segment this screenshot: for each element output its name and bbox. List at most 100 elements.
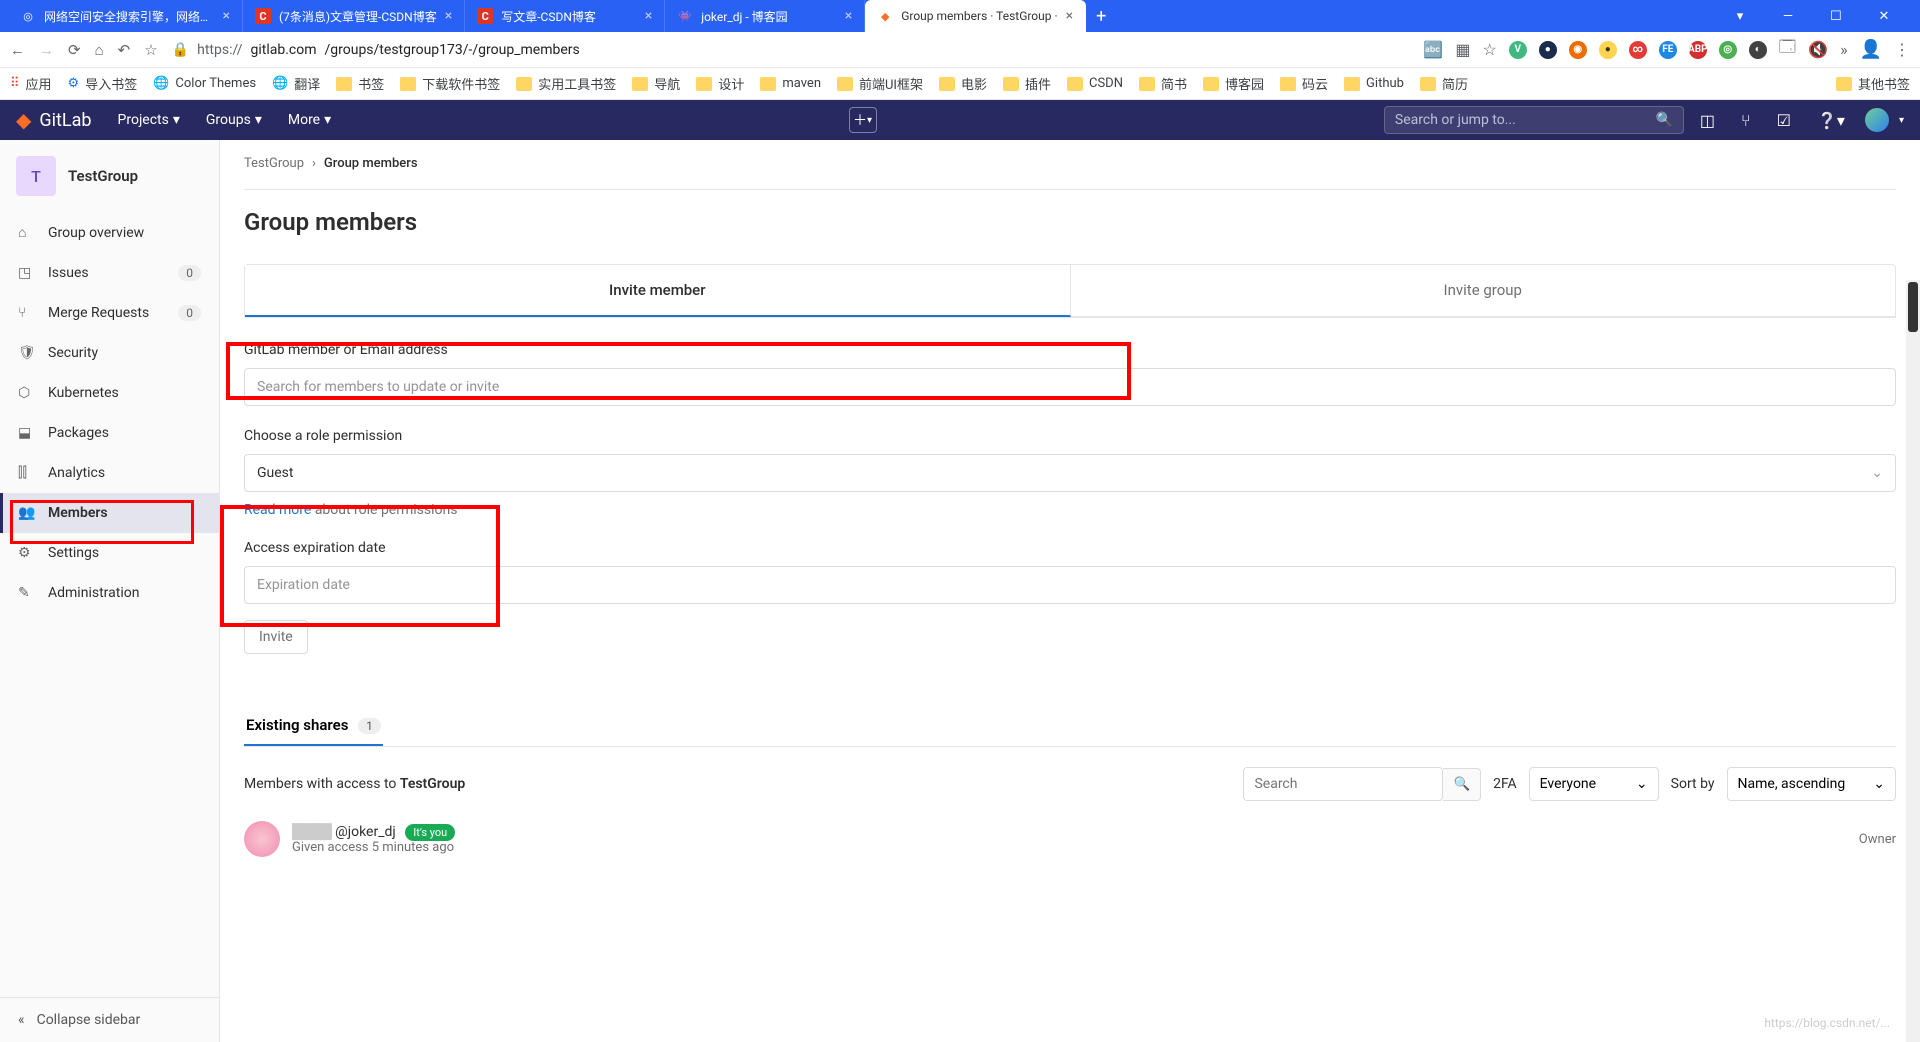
bookmark-folder[interactable]: maven xyxy=(760,76,821,91)
close-icon[interactable]: × xyxy=(645,8,652,24)
close-icon[interactable]: × xyxy=(1066,8,1073,24)
user-avatar[interactable] xyxy=(1865,108,1889,132)
todos-icon[interactable]: ☑ xyxy=(1767,111,1801,130)
collapse-sidebar-button[interactable]: «Collapse sidebar xyxy=(0,997,219,1042)
ext-icon[interactable]: ◎ xyxy=(1719,41,1737,59)
sidebar-item-settings[interactable]: ⚙Settings xyxy=(0,533,219,573)
mute-ext-icon[interactable]: 🔇 xyxy=(1808,40,1828,59)
browser-tab-3[interactable]: 👾 joker_dj - 博客园 × xyxy=(665,0,865,32)
bookmark-folder[interactable]: Github xyxy=(1344,76,1404,91)
vue-ext-icon[interactable]: V xyxy=(1509,41,1527,59)
star-icon[interactable]: ☆ xyxy=(144,41,157,59)
sort-dropdown[interactable]: Name, ascending⌄ xyxy=(1727,767,1896,801)
sidebar-item-packages[interactable]: ⬓Packages xyxy=(0,413,219,453)
sidebar-item-security[interactable]: 🛡Security xyxy=(0,333,219,373)
breadcrumb-parent[interactable]: TestGroup xyxy=(244,156,304,171)
bookmark-folder[interactable]: 设计 xyxy=(696,74,744,93)
expiry-date-input[interactable] xyxy=(244,566,1896,604)
browser-tab-1[interactable]: C (7条消息)文章管理-CSDN博客 × xyxy=(243,0,465,32)
bookmark-folder[interactable]: CSDN xyxy=(1067,76,1123,91)
import-bookmark[interactable]: ⚙导入书签 xyxy=(68,74,138,93)
help-icon[interactable]: ❔▾ xyxy=(1807,111,1855,130)
members-search-input[interactable] xyxy=(1243,767,1443,801)
themes-bookmark[interactable]: 🌐Color Themes xyxy=(153,76,256,91)
browser-tab-0[interactable]: ◎ 网络空间安全搜索引擎，网络空... × xyxy=(8,0,243,32)
forward-icon[interactable]: → xyxy=(39,41,54,59)
sidebar-item-overview[interactable]: ⌂Group overview xyxy=(0,212,219,253)
bookmark-folder[interactable]: 电影 xyxy=(939,74,987,93)
existing-shares-tab[interactable]: Existing shares 1 xyxy=(244,706,383,746)
tab-invite-member[interactable]: Invite member xyxy=(245,265,1071,317)
bookmark-folder[interactable]: 书签 xyxy=(336,74,384,93)
member-handle[interactable]: @joker_dj xyxy=(335,824,396,840)
merge-requests-icon[interactable]: ⑂ xyxy=(1731,111,1761,130)
bookmark-folder[interactable]: 简历 xyxy=(1420,74,1468,93)
nav-projects[interactable]: Projects▾ xyxy=(108,112,190,128)
translate-bookmark[interactable]: 🌐翻译 xyxy=(272,74,320,93)
translate-ext-icon[interactable]: 🔤 xyxy=(1423,40,1443,59)
reload-icon[interactable]: ⟳ xyxy=(68,41,81,59)
bookmark-folder[interactable]: 前端UI框架 xyxy=(837,74,923,93)
close-icon[interactable]: × xyxy=(445,8,452,24)
search-input[interactable] xyxy=(1395,112,1656,128)
browser-tab-2[interactable]: C 写文章-CSDN博客 × xyxy=(465,0,665,32)
close-icon[interactable]: × xyxy=(845,8,852,24)
url-bar[interactable]: 🔒 https://gitlab.com/groups/testgroup173… xyxy=(172,42,1410,58)
panel-ext-icon[interactable]: 🗔 xyxy=(1779,36,1796,63)
bookmark-folder[interactable]: 插件 xyxy=(1003,74,1051,93)
ext-icon[interactable]: FE xyxy=(1659,41,1677,59)
sidebar-item-kubernetes[interactable]: ⬡Kubernetes xyxy=(0,373,219,413)
tab-invite-group[interactable]: Invite group xyxy=(1071,265,1896,317)
close-icon[interactable]: × xyxy=(223,8,230,24)
chevron-ext-icon[interactable]: » xyxy=(1840,40,1848,59)
apps-bookmark[interactable]: ⠿应用 xyxy=(10,74,52,93)
chevron-down-icon[interactable]: ▾ xyxy=(1899,115,1904,126)
sidebar-item-merge-requests[interactable]: ⑂Merge Requests0 xyxy=(0,293,219,333)
gitlab-search[interactable]: 🔍 xyxy=(1384,106,1684,134)
profile-icon[interactable]: 👤 xyxy=(1860,39,1882,60)
role-select[interactable]: Guest ⌄ xyxy=(244,454,1896,492)
new-button[interactable]: ＋ ▾ xyxy=(849,107,877,133)
ext-icon[interactable]: ● xyxy=(1599,41,1617,59)
gitlab-logo[interactable]: ◆ GitLab xyxy=(16,108,92,132)
menu-icon[interactable]: ⋮ xyxy=(1894,40,1910,59)
scrollbar-thumb[interactable] xyxy=(1908,282,1918,332)
bookmark-folder[interactable]: 下载软件书签 xyxy=(400,74,500,93)
bookmark-folder[interactable]: 导航 xyxy=(632,74,680,93)
adblock-ext-icon[interactable]: ABP xyxy=(1689,41,1707,59)
qr-ext-icon[interactable]: ▦ xyxy=(1455,40,1470,59)
bookmark-ext-icon[interactable]: ☆ xyxy=(1482,40,1496,59)
bookmark-folder[interactable]: 简书 xyxy=(1139,74,1187,93)
bookmark-folder[interactable]: 博客园 xyxy=(1203,74,1264,93)
ext-icon[interactable]: ◐ xyxy=(1749,41,1767,59)
home-icon[interactable]: ⌂ xyxy=(95,41,104,59)
close-window-icon[interactable]: ✕ xyxy=(1864,9,1904,24)
invite-button[interactable]: Invite xyxy=(244,620,308,654)
sidebar-item-issues[interactable]: ◳Issues0 xyxy=(0,253,219,293)
member-search-input[interactable] xyxy=(244,368,1896,406)
scrollbar[interactable] xyxy=(1906,280,1920,1042)
undo-nav-icon[interactable]: ↶ xyxy=(118,41,131,59)
back-icon[interactable]: ← xyxy=(10,41,25,59)
bookmark-folder[interactable]: 实用工具书签 xyxy=(516,74,616,93)
sidebar-item-members[interactable]: 👥Members xyxy=(0,493,219,533)
ext-icon[interactable]: ● xyxy=(1539,41,1557,59)
nav-groups[interactable]: Groups▾ xyxy=(196,112,272,128)
ext-icon[interactable]: ∞ xyxy=(1629,41,1647,59)
sidebar-item-administration[interactable]: ✎Administration xyxy=(0,573,219,613)
twofa-dropdown[interactable]: Everyone⌄ xyxy=(1529,767,1659,801)
bookmark-folder[interactable]: 码云 xyxy=(1280,74,1328,93)
browser-tab-4[interactable]: ◆ Group members · TestGroup · × xyxy=(865,0,1086,32)
ext-icon[interactable]: ◉ xyxy=(1569,41,1587,59)
sidebar-item-analytics[interactable]: ⫿⫿Analytics xyxy=(0,453,219,493)
chevron-down-icon[interactable]: ▾ xyxy=(1720,9,1760,24)
read-more-link[interactable]: Read more xyxy=(244,502,311,518)
other-bookmarks[interactable]: 其他书签 xyxy=(1836,74,1910,93)
new-tab-button[interactable]: + xyxy=(1086,6,1116,27)
nav-more[interactable]: More▾ xyxy=(278,112,341,128)
issues-icon[interactable]: ◫ xyxy=(1690,111,1725,130)
search-button[interactable]: 🔍 xyxy=(1443,768,1481,801)
maximize-icon[interactable]: ☐ xyxy=(1816,9,1856,24)
sidebar-group-header[interactable]: T TestGroup xyxy=(0,140,219,212)
minimize-icon[interactable]: — xyxy=(1768,9,1808,24)
